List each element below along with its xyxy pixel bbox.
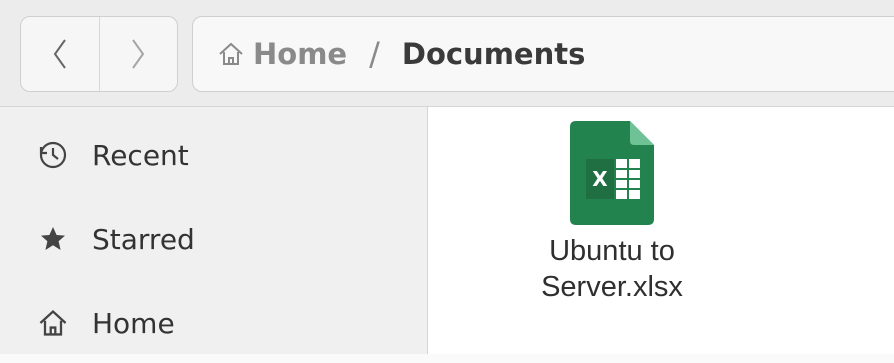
sidebar-item-label: Home <box>92 306 175 340</box>
sidebar-item-starred[interactable]: Starred <box>0 199 427 279</box>
file-view: X Ubuntu to Server.xlsx <box>428 107 894 354</box>
navigation-buttons <box>20 16 178 92</box>
sidebar-item-recent[interactable]: Recent <box>0 115 427 195</box>
file-name-line: Ubuntu to <box>549 235 675 267</box>
svg-text:X: X <box>592 167 608 191</box>
home-icon <box>36 306 70 340</box>
breadcrumb-separator: / <box>369 35 380 73</box>
breadcrumb-documents[interactable]: Documents <box>402 37 586 71</box>
header-bar: Home / Documents <box>0 0 894 107</box>
clock-icon <box>36 138 70 172</box>
spreadsheet-file-icon: X <box>570 121 654 225</box>
file-item[interactable]: X Ubuntu to Server.xlsx <box>518 119 706 305</box>
breadcrumb-home[interactable]: Home <box>253 37 347 71</box>
path-bar: Home / Documents <box>192 16 894 92</box>
chevron-right-icon <box>132 39 145 69</box>
back-button[interactable] <box>21 17 99 91</box>
chevron-left-icon <box>53 39 66 69</box>
sidebar-item-label: Starred <box>92 222 195 256</box>
sidebar-item-home[interactable]: Home <box>0 283 427 363</box>
file-name: Ubuntu to Server.xlsx <box>518 233 706 305</box>
sidebar: Recent Starred Home <box>0 107 428 354</box>
star-icon <box>36 222 70 256</box>
forward-button[interactable] <box>98 17 178 91</box>
file-name-line: Server.xlsx <box>541 271 683 303</box>
home-icon <box>219 42 243 65</box>
sidebar-item-label: Recent <box>92 138 189 172</box>
